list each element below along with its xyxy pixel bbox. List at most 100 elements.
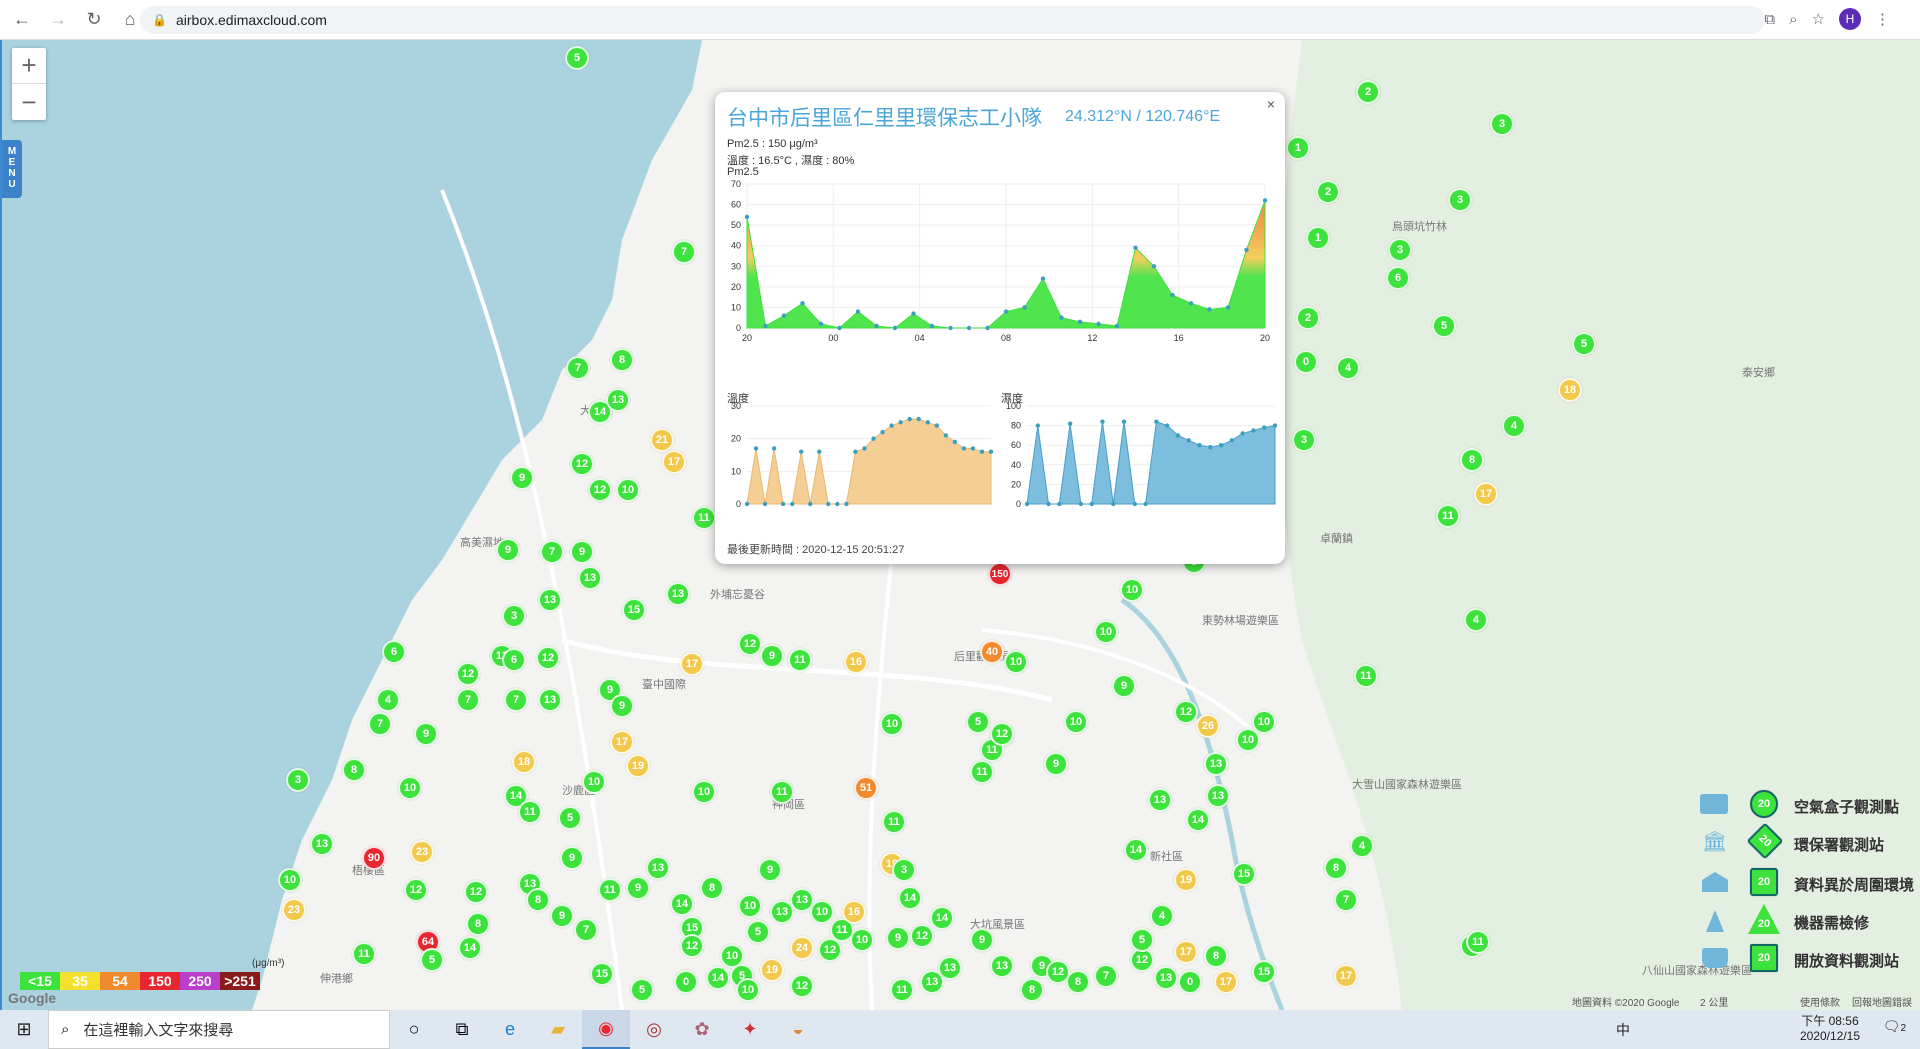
map-marker[interactable]: 15 (1232, 862, 1256, 886)
map-marker[interactable]: 14 (706, 966, 730, 990)
map-marker[interactable]: 8 (466, 912, 490, 936)
map-marker[interactable]: 150 (988, 562, 1012, 586)
map-marker[interactable]: 11 (788, 648, 812, 672)
map-marker[interactable]: 3 (502, 604, 526, 628)
map-marker[interactable]: 9 (560, 846, 584, 870)
map-marker[interactable]: 12 (588, 478, 612, 502)
system-clock[interactable]: 下午 08:56 2020/12/15 (1800, 1014, 1860, 1044)
map-marker[interactable]: 9 (1112, 674, 1136, 698)
map-marker[interactable]: 17 (680, 652, 704, 676)
map-marker[interactable]: 11 (770, 780, 794, 804)
map-marker[interactable]: 5 (966, 710, 990, 734)
map-marker[interactable]: 13 (606, 388, 630, 412)
map-marker[interactable]: 10 (616, 478, 640, 502)
map-canvas[interactable]: + − MENU 大安區 高美濕地 外埔忘憂谷 后里觀光馬場 臺中國際 沙鹿區 … (0, 40, 1920, 1010)
file-explorer-icon[interactable]: ▰ (534, 1010, 582, 1049)
map-marker[interactable]: 9 (550, 904, 574, 928)
map-marker[interactable]: 8 (610, 348, 634, 372)
map-marker[interactable]: 2 (1316, 180, 1340, 204)
map-marker[interactable]: 7 (566, 356, 590, 380)
map-marker[interactable]: 9 (570, 540, 594, 564)
blender-icon[interactable]: ◒ (774, 1010, 822, 1049)
map-marker[interactable]: 8 (1066, 970, 1090, 994)
map-marker[interactable]: 6 (1386, 266, 1410, 290)
map-marker[interactable]: 5 (1432, 314, 1456, 338)
task-view-icon[interactable]: ⧉ (438, 1010, 486, 1049)
map-marker[interactable]: 8 (342, 758, 366, 782)
map-marker[interactable]: 9 (610, 694, 634, 718)
map-marker[interactable]: 0 (1178, 970, 1202, 994)
chrome-icon[interactable]: ◉ (582, 1010, 630, 1049)
map-marker[interactable]: 3 (1490, 112, 1514, 136)
map-marker[interactable]: 51 (854, 776, 878, 800)
profile-avatar[interactable]: H (1839, 8, 1861, 30)
map-marker[interactable]: 11 (1436, 504, 1460, 528)
map-marker[interactable]: 19 (760, 958, 784, 982)
map-marker[interactable]: 16 (844, 650, 868, 674)
map-marker[interactable]: 10 (692, 780, 716, 804)
map-marker[interactable]: 12 (680, 934, 704, 958)
map-marker[interactable]: 6 (382, 640, 406, 664)
map-marker[interactable]: 17 (662, 450, 686, 474)
map-marker[interactable]: 7 (672, 240, 696, 264)
map-marker[interactable]: 11 (598, 878, 622, 902)
map-marker[interactable]: 12 (536, 646, 560, 670)
map-marker[interactable]: 15 (1252, 960, 1276, 984)
map-marker[interactable]: 5 (630, 978, 654, 1002)
map-marker[interactable]: 12 (1174, 700, 1198, 724)
map-marker[interactable]: 7 (456, 688, 480, 712)
map-marker[interactable]: 10 (398, 776, 422, 800)
report-error-link[interactable]: 回報地圖錯誤 (1852, 994, 1912, 1009)
map-marker[interactable]: 13 (1204, 752, 1228, 776)
reload-icon[interactable]: ↻ (80, 6, 108, 34)
map-marker[interactable]: 8 (526, 888, 550, 912)
map-marker[interactable]: 11 (970, 760, 994, 784)
taskbar-search[interactable]: ⌕ 在這裡輸入文字來搜尋 (48, 1010, 390, 1049)
map-marker[interactable]: 10 (1120, 578, 1144, 602)
terms-link[interactable]: 使用條款 (1800, 994, 1840, 1009)
map-marker[interactable]: 10 (1004, 650, 1028, 674)
map-marker[interactable]: 11 (518, 800, 542, 824)
close-icon[interactable]: × (1267, 96, 1275, 112)
map-marker[interactable]: 2 (1296, 306, 1320, 330)
map-marker[interactable]: 4 (1150, 904, 1174, 928)
app-icon[interactable]: ◎ (630, 1010, 678, 1049)
map-marker[interactable]: 10 (278, 868, 302, 892)
map-marker[interactable]: 10 (810, 900, 834, 924)
map-marker[interactable]: 3 (286, 768, 310, 792)
map-marker[interactable]: 12 (738, 632, 762, 656)
map-marker[interactable]: 8 (1204, 944, 1228, 968)
map-marker[interactable]: 14 (930, 906, 954, 930)
map-marker[interactable]: 8 (1460, 448, 1484, 472)
map-marker[interactable]: 13 (538, 588, 562, 612)
map-marker[interactable]: 7 (540, 540, 564, 564)
map-marker[interactable]: 7 (1334, 888, 1358, 912)
map-marker[interactable]: 12 (570, 452, 594, 476)
map-marker[interactable]: 6 (502, 648, 526, 672)
map-marker[interactable]: 19 (626, 754, 650, 778)
map-marker[interactable]: 4 (1350, 834, 1374, 858)
address-bar[interactable]: 🔒 airbox.edimaxcloud.com (140, 6, 1765, 34)
map-marker[interactable]: 3 (1448, 188, 1472, 212)
map-marker[interactable]: 17 (610, 730, 634, 754)
map-marker[interactable]: 12 (404, 878, 428, 902)
bookmark-star-icon[interactable]: ☆ (1812, 10, 1825, 28)
map-marker[interactable]: 10 (738, 894, 762, 918)
map-marker[interactable]: 9 (970, 928, 994, 952)
map-marker[interactable]: 13 (538, 688, 562, 712)
cortana-icon[interactable]: ○ (390, 1010, 438, 1049)
ime-indicator[interactable]: 中 (1616, 1020, 1630, 1040)
map-marker[interactable]: 9 (510, 466, 534, 490)
map-marker[interactable]: 8 (700, 876, 724, 900)
map-marker[interactable]: 0 (674, 970, 698, 994)
map-marker[interactable]: 5 (420, 948, 444, 972)
edge-icon[interactable]: e (486, 1010, 534, 1049)
map-marker[interactable]: 5 (565, 46, 589, 70)
forward-icon[interactable]: → (44, 6, 72, 34)
map-marker[interactable]: 2 (1356, 80, 1380, 104)
map-marker[interactable]: 0 (1294, 350, 1318, 374)
map-marker[interactable]: 40 (980, 640, 1004, 664)
map-marker[interactable]: 10 (880, 712, 904, 736)
map-marker[interactable]: 18 (1558, 378, 1582, 402)
more-menu-icon[interactable]: ⋮ (1875, 10, 1890, 28)
